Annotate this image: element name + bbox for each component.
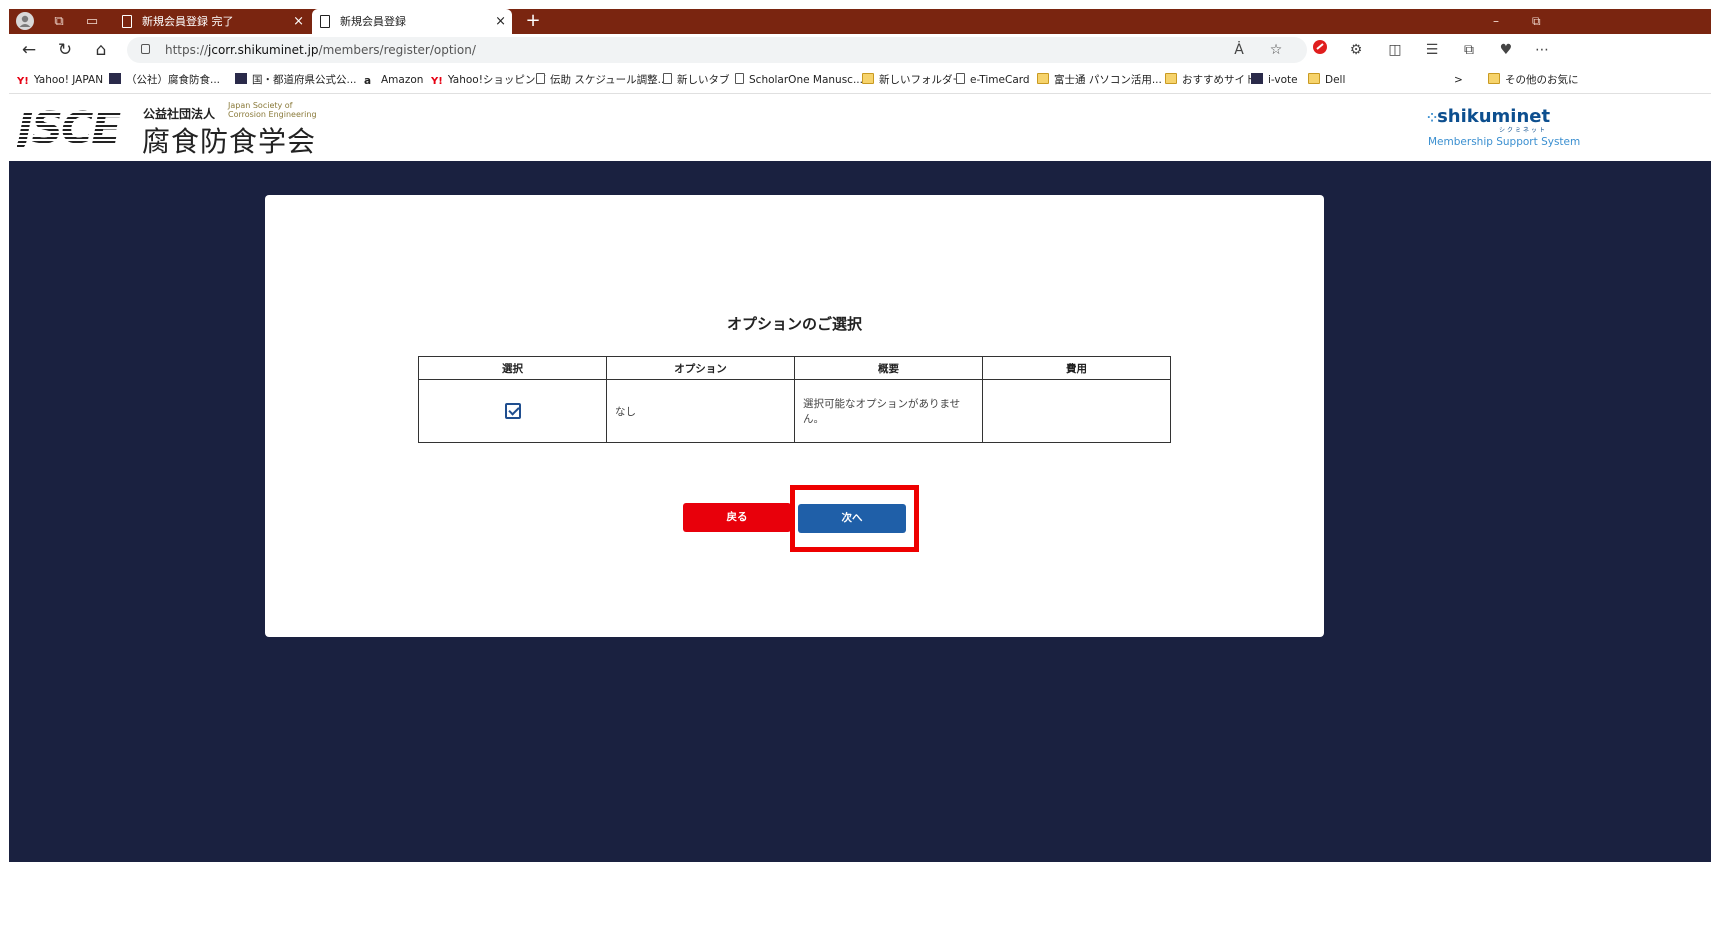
summary-cell: 選択可能なオプションがありません。 — [794, 379, 983, 443]
tab-label: 新規会員登録 完了 — [142, 15, 234, 28]
tab-actions-icon[interactable]: ▭ — [82, 12, 102, 32]
bottom-strip — [9, 862, 1711, 932]
bookmark-e-timecard[interactable]: e-TimeCard — [956, 72, 1030, 88]
back-button[interactable]: 戻る — [683, 503, 791, 532]
folder-icon — [1308, 73, 1320, 84]
site-icon — [109, 73, 121, 84]
browser-essentials-icon[interactable]: ♥ — [1494, 38, 1518, 62]
lock-icon — [141, 44, 150, 54]
folder-icon — [1165, 73, 1177, 84]
select-cell — [418, 379, 607, 443]
site-icon — [235, 73, 247, 84]
site-icon — [1251, 73, 1263, 84]
favorites-list-icon[interactable]: ☰ — [1420, 38, 1444, 62]
reload-icon[interactable]: ↻ — [52, 38, 78, 62]
tab-registration[interactable]: 新規会員登録 × — [312, 9, 512, 34]
bookmarks-bar: Y! Yahoo! JAPAN （公社）腐食防食... 国・都道府県公式公... … — [9, 66, 1711, 94]
bookmark-new-tab[interactable]: 新しいタブ — [663, 72, 730, 88]
table-row: なし 選択可能なオプションがありません。 — [418, 379, 1171, 443]
shikuminet-kana: シクミネット — [1499, 127, 1548, 134]
tab-bar: ⧉ ▭ 新規会員登録 完了 × 新規会員登録 × + – ⧉ — [9, 9, 1711, 34]
bookmark-i-vote[interactable]: i-vote — [1251, 72, 1298, 88]
page-title: オプションのご選択 — [726, 315, 862, 333]
back-arrow-icon[interactable]: ← — [16, 38, 42, 62]
table-header-row: 選択 オプション 概要 費用 — [418, 356, 1171, 380]
org-name: 腐食防食学会 — [142, 125, 317, 158]
header-fee: 費用 — [982, 356, 1171, 380]
amazon-icon: a — [364, 75, 372, 87]
page-icon — [956, 73, 965, 84]
header-summary: 概要 — [794, 356, 983, 380]
home-icon[interactable]: ⌂ — [88, 38, 114, 62]
bookmark-densuke[interactable]: 伝助 スケジュール調整... — [536, 72, 668, 88]
tab-close-icon[interactable]: × — [495, 9, 506, 34]
read-aloud-icon[interactable]: Ȧ — [1227, 38, 1251, 62]
org-english-name: Japan Society of Corrosion Engineering — [228, 101, 317, 119]
profile-icon[interactable] — [15, 12, 35, 32]
tab-registration-complete[interactable]: 新規会員登録 完了 × — [114, 9, 310, 34]
page-icon — [663, 73, 672, 84]
option-checkbox[interactable] — [504, 403, 521, 419]
bookmarks-more-chevron-icon[interactable]: > — [1454, 72, 1463, 88]
jsce-logo[interactable]: JSCE — [17, 107, 127, 151]
bookmark-amazon[interactable]: a Amazon — [364, 72, 423, 88]
collections-icon[interactable]: ⧉ — [1457, 38, 1481, 62]
bookmark-dell[interactable]: Dell — [1308, 72, 1345, 88]
minimize-button[interactable]: – — [1493, 9, 1499, 34]
browser-window: ⧉ ▭ 新規会員登録 完了 × 新規会員登録 × + – ⧉ ← ↻ ⌂ htt… — [9, 9, 1711, 932]
url-field[interactable]: https://jcorr.shikuminet.jp/members/regi… — [127, 37, 1307, 63]
yahoo-icon: Y! — [17, 76, 29, 87]
bookmark-yahoo-shopping[interactable]: Y! Yahoo!ショッピング — [431, 72, 546, 88]
shikuminet-dots-icon: ⁘ — [1427, 111, 1438, 125]
page-icon — [320, 15, 330, 28]
more-menu-icon[interactable]: ⋯ — [1530, 38, 1554, 62]
tab-close-icon[interactable]: × — [293, 9, 304, 34]
restore-button[interactable]: ⧉ — [1532, 9, 1541, 34]
page-icon — [735, 73, 744, 84]
shikuminet-logo[interactable]: ⁘shikuminet — [1427, 106, 1550, 127]
header-option: オプション — [606, 356, 795, 380]
url-text: https://jcorr.shikuminet.jp/members/regi… — [165, 43, 476, 57]
main-background: オプションのご選択 選択 オプション 概要 費用 なし 選択可能なオプションがあ… — [9, 161, 1711, 862]
page-icon — [536, 73, 545, 84]
folder-icon — [1488, 73, 1500, 84]
system-name: Membership Support System — [1428, 136, 1581, 148]
yahoo-icon: Y! — [431, 76, 443, 87]
site-header: JSCE 公益社団法人 Japan Society of Corrosion E… — [9, 95, 1711, 161]
header-select: 選択 — [418, 356, 607, 380]
bookmark-jsce[interactable]: （公社）腐食防食... — [109, 72, 220, 88]
bookmark-scholarone[interactable]: ScholarOne Manusc... — [735, 72, 863, 88]
folder-icon — [1037, 73, 1049, 84]
split-screen-icon[interactable]: ◫ — [1383, 38, 1407, 62]
favorite-star-icon[interactable]: ☆ — [1264, 38, 1288, 62]
content-panel: オプションのご選択 選択 オプション 概要 費用 なし 選択可能なオプションがあ… — [265, 195, 1324, 637]
option-cell: なし — [606, 379, 795, 443]
bookmark-other-favorites[interactable]: その他のお気に — [1488, 72, 1579, 88]
bookmark-yahoo-japan[interactable]: Y! Yahoo! JAPAN — [17, 72, 103, 88]
page-icon — [122, 15, 132, 28]
address-bar-row: ← ↻ ⌂ https://jcorr.shikuminet.jp/member… — [9, 34, 1711, 66]
extensions-puzzle-icon[interactable]: ⚙ — [1344, 38, 1368, 62]
extension-red-icon[interactable] — [1308, 38, 1332, 62]
bookmark-new-folder[interactable]: 新しいフォルダー — [862, 72, 963, 88]
bookmark-fujitsu[interactable]: 富士通 パソコン活用... — [1037, 72, 1162, 88]
fee-cell — [982, 379, 1171, 443]
new-tab-button[interactable]: + — [521, 9, 545, 34]
folder-icon — [862, 73, 874, 84]
workspaces-icon[interactable]: ⧉ — [49, 12, 69, 32]
bookmark-government[interactable]: 国・都道府県公式公... — [235, 72, 357, 88]
highlight-annotation-box — [790, 485, 919, 552]
tab-label: 新規会員登録 — [340, 15, 406, 28]
bookmark-recommended[interactable]: おすすめサイト — [1165, 72, 1256, 88]
options-table: 選択 オプション 概要 費用 なし 選択可能なオプションがありません。 — [418, 356, 1171, 443]
